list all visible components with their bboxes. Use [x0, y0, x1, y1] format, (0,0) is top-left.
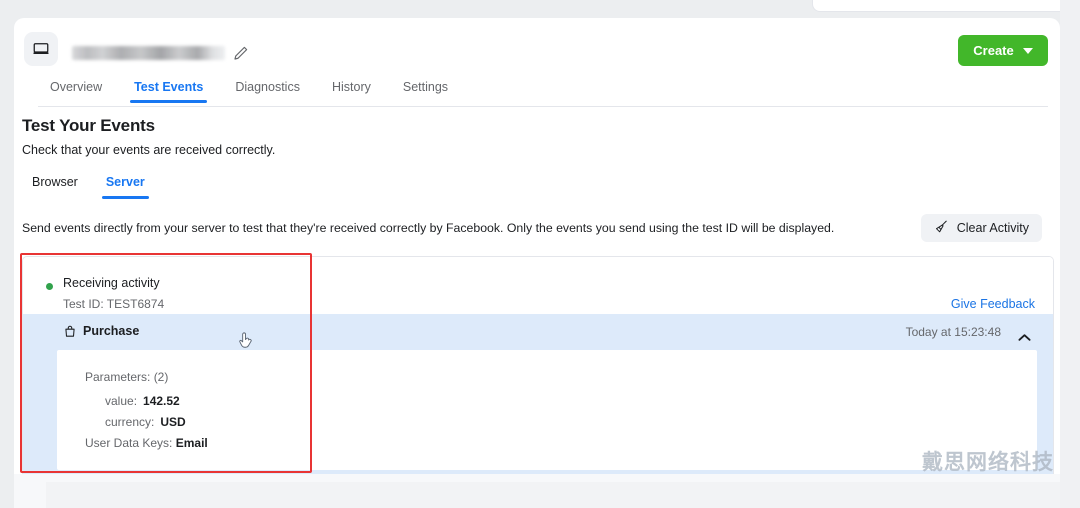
- panel-bottom-strip-inner: [46, 482, 1060, 508]
- status-label: Receiving activity: [63, 276, 160, 290]
- page-description: Send events directly from your server to…: [22, 221, 835, 235]
- create-button-label: Create: [973, 43, 1014, 58]
- screen-root: Create Overview Test Events Diagnostics …: [0, 0, 1080, 508]
- tabs-divider: [38, 106, 1048, 107]
- tab-test-events-label: Test Events: [134, 80, 204, 94]
- parameter-currency-key: currency:: [105, 415, 155, 429]
- tab-server-label: Server: [105, 175, 145, 189]
- tab-history-label: History: [331, 80, 371, 94]
- event-timestamp: Today at 15:23:48: [905, 325, 1001, 339]
- parameter-value: value: 142.52: [105, 394, 180, 408]
- activity-panel: Receiving activity Test ID: TEST6874 Giv…: [22, 256, 1054, 494]
- tab-test-events[interactable]: Test Events: [118, 80, 219, 103]
- parameter-value-val: 142.52: [143, 394, 180, 408]
- event-row-purchase: Purchase Today at 15:23:48 Parameters: (…: [23, 314, 1053, 480]
- tab-settings[interactable]: Settings: [387, 80, 464, 103]
- app-card: Create Overview Test Events Diagnostics …: [14, 18, 1060, 508]
- primary-tabs: Overview Test Events Diagnostics History…: [14, 80, 1060, 106]
- event-name: Purchase: [83, 324, 140, 338]
- create-button[interactable]: Create: [958, 35, 1048, 66]
- event-header[interactable]: Purchase Today at 15:23:48: [23, 314, 1053, 350]
- user-data-keys-label: User Data Keys:: [85, 436, 173, 450]
- tab-history[interactable]: History: [316, 80, 387, 103]
- chevron-up-icon[interactable]: [1018, 329, 1031, 341]
- user-data-keys: User Data Keys: Email: [85, 436, 208, 450]
- top-floating-panel: [812, 0, 1072, 12]
- test-id-label: Test ID: TEST6874: [63, 297, 165, 311]
- parameters-label: Parameters: (2): [85, 370, 169, 384]
- pencil-icon[interactable]: [232, 44, 250, 62]
- parameter-currency-val: USD: [160, 415, 186, 429]
- tab-overview[interactable]: Overview: [38, 80, 118, 103]
- clear-activity-label: Clear Activity: [956, 221, 1029, 235]
- status-dot-icon: [46, 283, 53, 290]
- give-feedback-link[interactable]: Give Feedback: [951, 297, 1035, 311]
- tab-browser-label: Browser: [32, 175, 78, 189]
- broom-icon: [934, 219, 949, 237]
- parameter-value-key: value:: [105, 394, 138, 408]
- source-tabs: Browser Server: [22, 175, 159, 199]
- tab-browser[interactable]: Browser: [22, 175, 92, 199]
- right-gutter: [1060, 0, 1080, 508]
- tab-server[interactable]: Server: [92, 175, 159, 199]
- watermark: 戴思网络科技: [922, 450, 1054, 474]
- activity-status-header: Receiving activity Test ID: TEST6874 Giv…: [23, 257, 1053, 314]
- page-header: Create: [14, 18, 1060, 82]
- shopping-bag-icon: [63, 324, 77, 344]
- tab-overview-label: Overview: [50, 80, 103, 94]
- tab-settings-label: Settings: [402, 80, 449, 94]
- event-detail-card: Parameters: (2) value: 142.52 currency: US…: [57, 350, 1037, 470]
- asset-name-redacted: [72, 46, 225, 60]
- tab-diagnostics-label: Diagnostics: [235, 80, 300, 94]
- parameter-currency: currency: USD: [105, 415, 186, 429]
- chevron-down-icon: [1022, 47, 1033, 54]
- clear-activity-button[interactable]: Clear Activity: [920, 214, 1042, 242]
- monitor-icon: [24, 32, 58, 66]
- tab-diagnostics[interactable]: Diagnostics: [219, 80, 316, 103]
- page-subtitle: Check that your events are received corr…: [22, 143, 276, 157]
- user-data-keys-value: Email: [175, 436, 208, 450]
- page-title: Test Your Events: [22, 116, 155, 135]
